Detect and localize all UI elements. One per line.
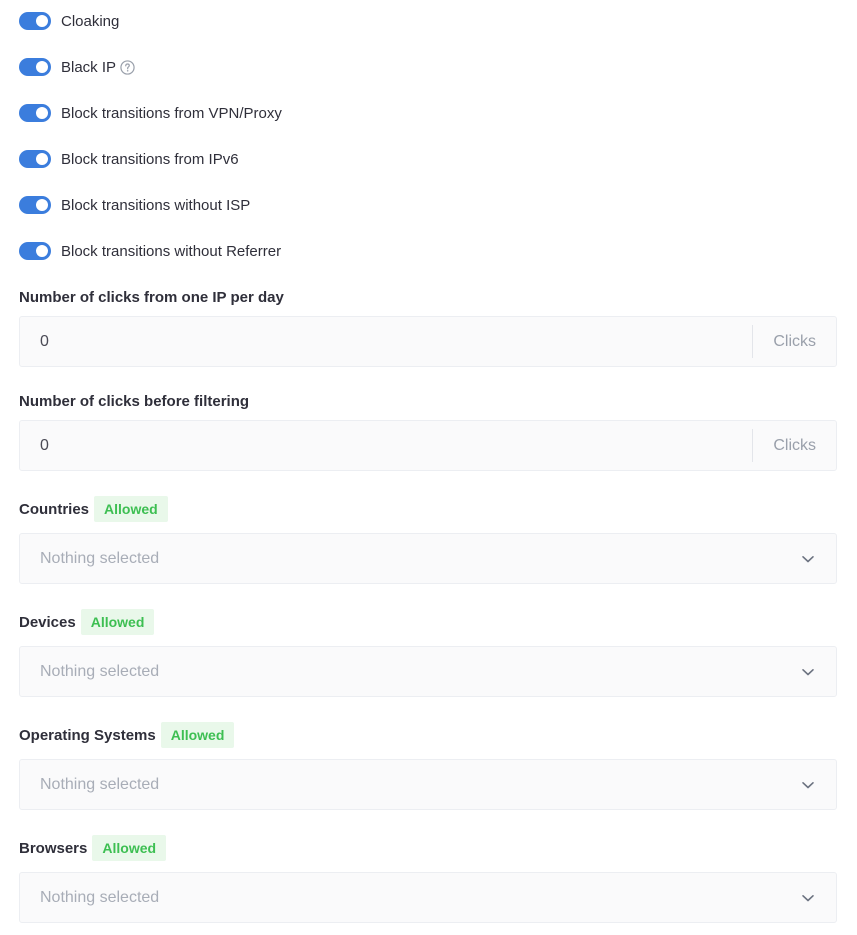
allowed-badge[interactable]: Allowed (92, 835, 167, 861)
toggle-label: Block transitions without ISP (61, 196, 251, 214)
allowed-badge[interactable]: Allowed (94, 496, 168, 522)
clicks-before-filtering-input[interactable] (20, 420, 753, 471)
operating-systems-select[interactable]: Nothing selected (19, 759, 837, 810)
countries-select[interactable]: Nothing selected (19, 533, 837, 584)
clicks-before-filtering-label: Number of clicks before filtering (19, 392, 250, 410)
operating-systems-label: Operating Systems (19, 726, 156, 744)
select-placeholder: Nothing selected (40, 888, 160, 906)
clicks-suffix: Clicks (752, 325, 836, 358)
toggle-row-ipv6: Block transitions from IPv6 (19, 149, 239, 169)
toggle-knob (36, 15, 48, 27)
chevron-down-icon (802, 894, 814, 901)
toggle-knob (36, 107, 48, 119)
clicks-per-ip-label: Number of clicks from one IP per day (19, 288, 284, 306)
block-no-isp-toggle[interactable] (19, 196, 51, 214)
black-ip-toggle[interactable] (19, 58, 51, 76)
toggle-knob (36, 153, 48, 165)
os-label-row: Operating Systems Allowed (19, 722, 235, 748)
cloaking-toggle[interactable] (19, 12, 51, 30)
toggle-label: Cloaking (61, 12, 120, 30)
select-placeholder: Nothing selected (40, 775, 160, 793)
toggle-label: Block transitions from IPv6 (61, 150, 239, 168)
toggle-row-referrer: Block transitions without Referrer (19, 241, 281, 261)
toggle-row-cloaking: Cloaking (19, 11, 119, 31)
toggle-knob (36, 61, 48, 73)
countries-label: Countries (19, 500, 90, 518)
block-no-referrer-toggle[interactable] (19, 242, 51, 260)
toggle-knob (36, 199, 48, 211)
browsers-label-row: Browsers Allowed (19, 835, 167, 861)
clicks-before-filtering-field: Clicks (19, 420, 837, 471)
block-vpn-proxy-toggle[interactable] (19, 104, 51, 122)
clicks-per-ip-field: Clicks (19, 316, 837, 367)
toggle-row-vpn-proxy: Block transitions from VPN/Proxy (19, 103, 282, 123)
toggle-label: Block transitions without Referrer (61, 242, 282, 260)
countries-label-row: Countries Allowed (19, 496, 168, 522)
devices-label-row: Devices Allowed (19, 609, 155, 635)
browsers-select[interactable]: Nothing selected (19, 872, 837, 923)
clicks-per-ip-input[interactable] (20, 316, 753, 367)
toggle-row-black-ip: Black IP (19, 57, 135, 77)
clicks-suffix: Clicks (752, 429, 836, 462)
chevron-down-icon (802, 555, 814, 562)
devices-select[interactable]: Nothing selected (19, 646, 837, 697)
toggle-row-isp: Block transitions without ISP (19, 195, 250, 215)
chevron-down-icon (802, 668, 814, 675)
toggle-label: Block transitions from VPN/Proxy (61, 104, 282, 122)
toggle-label: Black IP (61, 58, 117, 76)
allowed-badge[interactable]: Allowed (160, 722, 235, 748)
chevron-down-icon (802, 781, 814, 788)
help-circle-icon[interactable] (120, 59, 135, 75)
devices-label: Devices (19, 613, 76, 631)
select-placeholder: Nothing selected (40, 549, 160, 567)
browsers-label: Browsers (19, 839, 88, 857)
block-ipv6-toggle[interactable] (19, 150, 51, 168)
allowed-badge[interactable]: Allowed (80, 609, 155, 635)
select-placeholder: Nothing selected (40, 662, 160, 680)
toggle-knob (36, 245, 48, 257)
